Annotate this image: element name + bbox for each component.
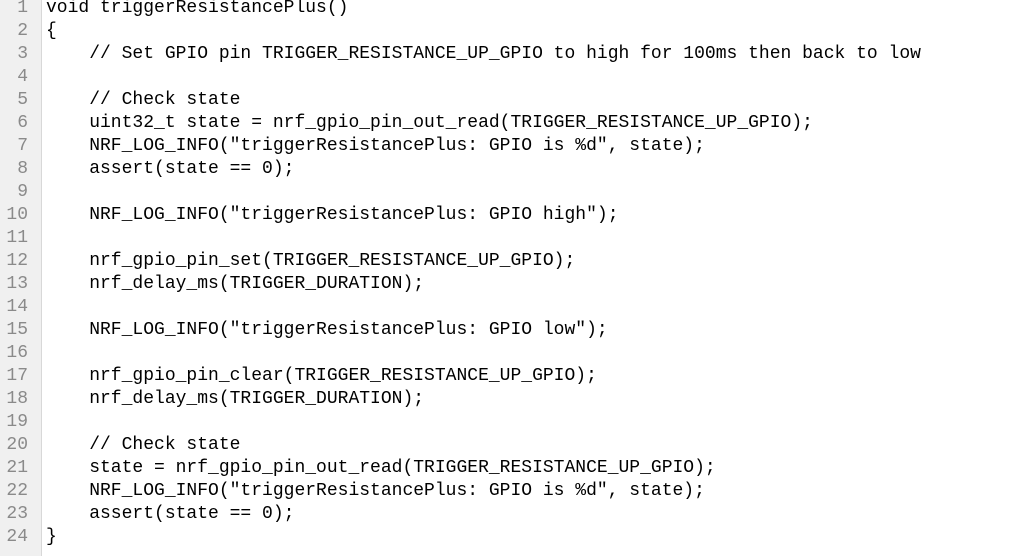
code-text[interactable]: NRF_LOG_INFO("triggerResistancePlus: GPI… — [46, 135, 705, 158]
code-line[interactable]: 3 // Set GPIO pin TRIGGER_RESISTANCE_UP_… — [0, 43, 1030, 66]
code-text[interactable]: } — [46, 526, 57, 549]
line-number: 2 — [17, 21, 28, 41]
line-number: 10 — [6, 205, 28, 225]
line-number: 5 — [17, 90, 28, 110]
line-number: 12 — [6, 251, 28, 271]
line-number: 8 — [17, 159, 28, 179]
line-number: 14 — [6, 297, 28, 317]
code-line[interactable]: 22 NRF_LOG_INFO("triggerResistancePlus: … — [0, 480, 1030, 503]
line-number: 9 — [17, 182, 28, 202]
line-number: 7 — [17, 136, 28, 156]
line-number: 11 — [6, 228, 28, 248]
code-line[interactable]: 14 — [0, 296, 1030, 319]
code-line[interactable]: 9 — [0, 181, 1030, 204]
line-number: 13 — [6, 274, 28, 294]
code-area[interactable]: 1 void triggerResistancePlus() 2{3 // Set … — [0, 0, 1030, 556]
line-number: 16 — [6, 343, 28, 363]
code-text[interactable]: void triggerResistancePlus() — [46, 0, 348, 20]
code-line[interactable]: 1 void triggerResistancePlus() — [0, 0, 1030, 20]
line-number: 4 — [17, 67, 28, 87]
code-line[interactable]: 20 // Check state — [0, 434, 1030, 457]
code-line[interactable]: 5 // Check state — [0, 89, 1030, 112]
code-line[interactable]: 6 uint32_t state = nrf_gpio_pin_out_read… — [0, 112, 1030, 135]
code-text[interactable]: assert(state == 0); — [46, 158, 294, 181]
code-line[interactable]: 21 state = nrf_gpio_pin_out_read(TRIGGER… — [0, 457, 1030, 480]
code-line[interactable]: 16 — [0, 342, 1030, 365]
code-line[interactable]: 8 assert(state == 0); — [0, 158, 1030, 181]
line-number: 24 — [6, 527, 28, 547]
code-line[interactable]: 11 — [0, 227, 1030, 250]
code-line[interactable]: 4 — [0, 66, 1030, 89]
code-text[interactable]: // Check state — [46, 434, 240, 457]
line-number: 19 — [6, 412, 28, 432]
code-text[interactable]: NRF_LOG_INFO("triggerResistancePlus: GPI… — [46, 319, 608, 342]
code-text[interactable]: NRF_LOG_INFO("triggerResistancePlus: GPI… — [46, 480, 705, 503]
code-text[interactable]: NRF_LOG_INFO("triggerResistancePlus: GPI… — [46, 204, 618, 227]
code-line[interactable]: 18 nrf_delay_ms(TRIGGER_DURATION); — [0, 388, 1030, 411]
code-line[interactable]: 23 assert(state == 0); — [0, 503, 1030, 526]
line-number: 1 — [17, 0, 28, 18]
code-line[interactable]: 10 NRF_LOG_INFO("triggerResistancePlus: … — [0, 204, 1030, 227]
code-text[interactable]: nrf_gpio_pin_set(TRIGGER_RESISTANCE_UP_G… — [46, 250, 575, 273]
code-editor[interactable]: 1 void triggerResistancePlus() 2{3 // Set … — [0, 0, 1030, 556]
line-number: 20 — [6, 435, 28, 455]
code-line[interactable]: 7 NRF_LOG_INFO("triggerResistancePlus: G… — [0, 135, 1030, 158]
code-line[interactable]: 24} — [0, 526, 1030, 549]
line-number: 18 — [6, 389, 28, 409]
line-number: 22 — [6, 481, 28, 501]
code-text[interactable]: nrf_delay_ms(TRIGGER_DURATION); — [46, 273, 424, 296]
code-text[interactable]: uint32_t state = nrf_gpio_pin_out_read(T… — [46, 112, 813, 135]
code-line[interactable]: 13 nrf_delay_ms(TRIGGER_DURATION); — [0, 273, 1030, 296]
line-number: 17 — [6, 366, 28, 386]
code-line[interactable]: 12 nrf_gpio_pin_set(TRIGGER_RESISTANCE_U… — [0, 250, 1030, 273]
line-number: 6 — [17, 113, 28, 133]
code-text[interactable]: nrf_delay_ms(TRIGGER_DURATION); — [46, 388, 424, 411]
code-line[interactable]: 15 NRF_LOG_INFO("triggerResistancePlus: … — [0, 319, 1030, 342]
code-text[interactable]: nrf_gpio_pin_clear(TRIGGER_RESISTANCE_UP… — [46, 365, 597, 388]
code-line[interactable]: 19 — [0, 411, 1030, 434]
line-number: 15 — [6, 320, 28, 340]
code-text[interactable]: // Set GPIO pin TRIGGER_RESISTANCE_UP_GP… — [46, 43, 921, 66]
code-text[interactable]: // Check state — [46, 89, 240, 112]
line-number: 21 — [6, 458, 28, 478]
line-number: 3 — [17, 44, 28, 64]
code-text[interactable]: { — [46, 20, 57, 43]
code-text[interactable]: assert(state == 0); — [46, 503, 294, 526]
line-number: 23 — [6, 504, 28, 524]
code-text[interactable]: state = nrf_gpio_pin_out_read(TRIGGER_RE… — [46, 457, 716, 480]
code-line[interactable]: 17 nrf_gpio_pin_clear(TRIGGER_RESISTANCE… — [0, 365, 1030, 388]
code-line[interactable]: 2{ — [0, 20, 1030, 43]
